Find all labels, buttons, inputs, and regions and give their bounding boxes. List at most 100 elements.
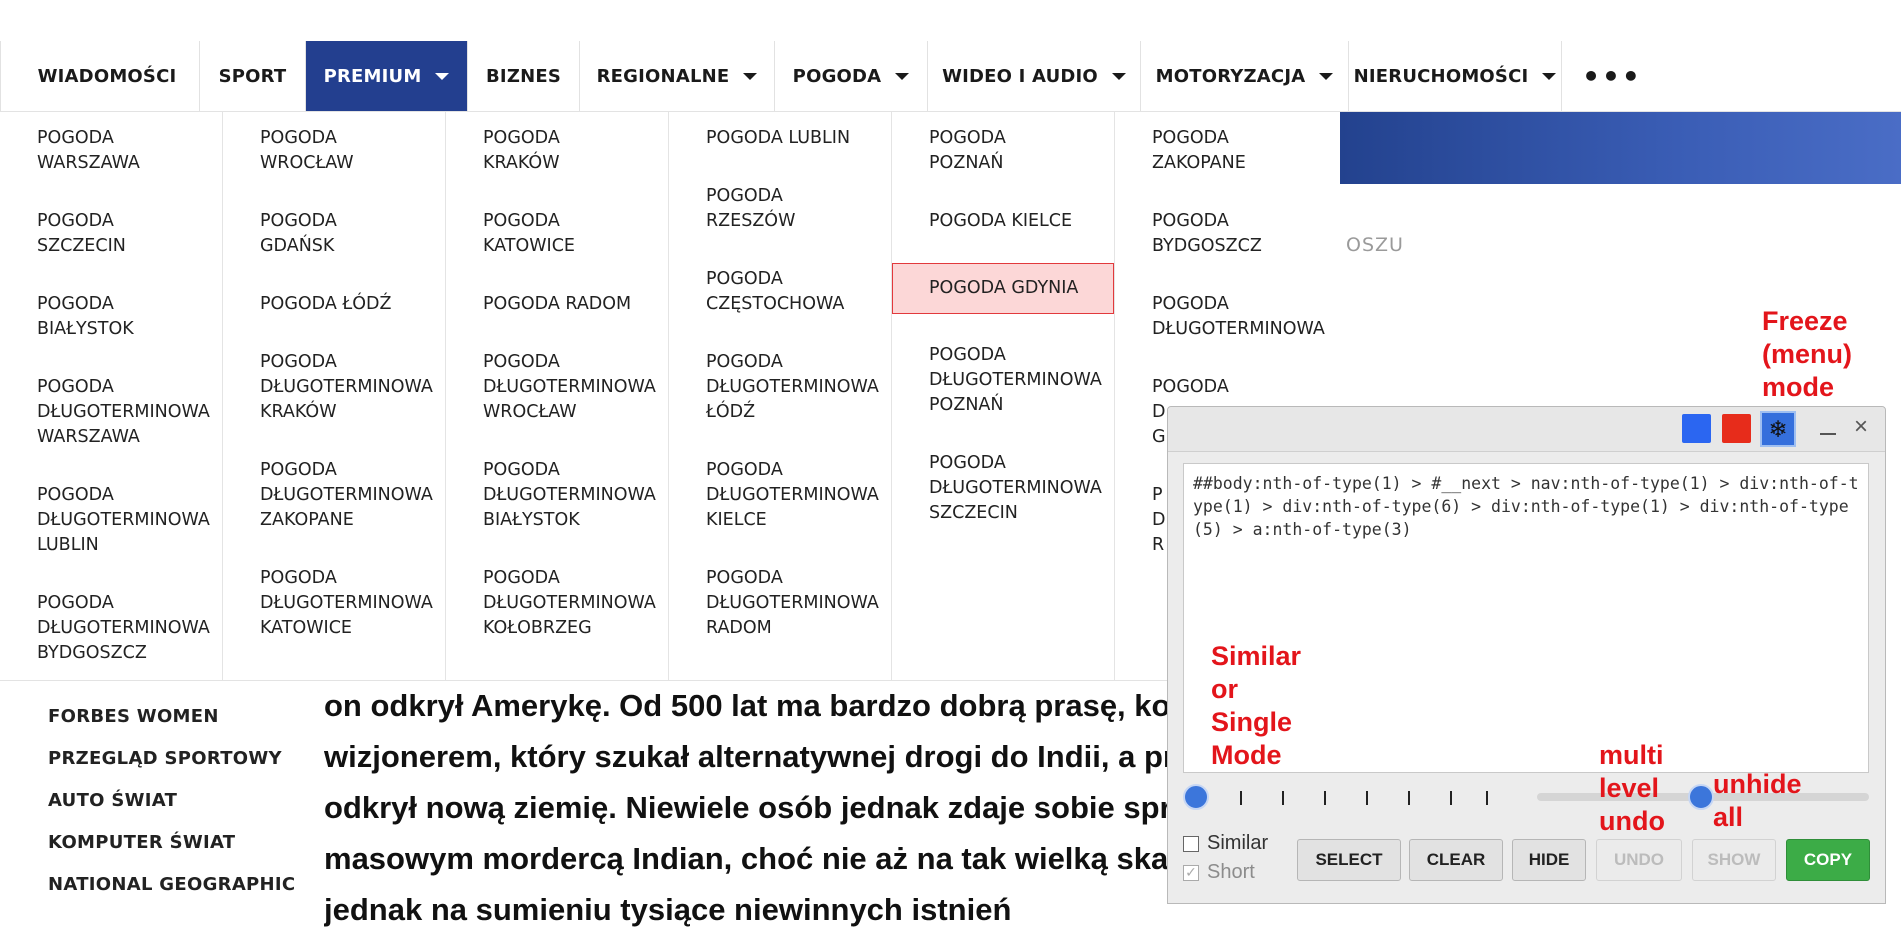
short-label: Short	[1207, 861, 1255, 883]
nav-item-label: NIERUCHOMOŚCI	[1353, 65, 1529, 87]
footer-link[interactable]: AUTO ŚWIAT	[48, 787, 295, 829]
nav-item-regionalne[interactable]: REGIONALNE	[580, 41, 775, 111]
footer-link[interactable]: KOMPUTER ŚWIAT	[48, 829, 295, 871]
menu-link[interactable]: POGODA SZCZECIN	[0, 209, 222, 259]
menu-link[interactable]: POGODA DŁUGOTERMINOWA KATOWICE	[223, 566, 445, 641]
chevron-down-icon	[743, 72, 758, 80]
similar-label: Similar	[1207, 832, 1269, 854]
menu-link[interactable]: POGODA KIELCE	[892, 209, 1114, 234]
menu-link[interactable]: POGODA ŁÓDŹ	[223, 292, 445, 317]
menu-link[interactable]: POGODA DŁUGOTERMINOWA BIAŁYSTOK	[446, 458, 668, 533]
nav-item-nieruchomosci[interactable]: NIERUCHOMOŚCI	[1349, 41, 1562, 111]
menu-column: POGODA WROCŁAW POGODA GDAŃSK POGODA ŁÓDŹ…	[223, 112, 446, 680]
menu-link[interactable]: POGODA KRAKÓW	[446, 126, 668, 176]
nav-item-biznes[interactable]: BIZNES	[468, 41, 580, 111]
annotation-freeze-mode: Freeze (menu) mode	[1762, 306, 1852, 402]
menu-link[interactable]: POGODA DŁUGOTERMINOWA KIELCE	[669, 458, 891, 533]
nav-item-wiadomosci[interactable]: WIADOMOŚCI	[0, 41, 200, 111]
select-button[interactable]: SELECT	[1297, 839, 1401, 881]
article-line: jednak na sumieniu tysiące niewinnych is…	[324, 892, 1012, 927]
menu-link[interactable]: POGODA LUBLIN	[669, 126, 891, 151]
menu-link[interactable]: POGODA BIAŁYSTOK	[0, 292, 222, 342]
menu-column: POGODA POZNAŃ POGODA KIELCE POGODA GDYNI…	[892, 112, 1115, 680]
undo-slider-handle[interactable]	[1688, 784, 1714, 810]
snowflake-icon: ❄	[1768, 415, 1788, 442]
nav-item-premium[interactable]: PREMIUM	[306, 41, 468, 111]
menu-link[interactable]: POGODA ZAKOPANE	[1115, 126, 1338, 176]
annotation-multi-undo: multi level undo	[1599, 740, 1665, 836]
header-banner	[1340, 112, 1901, 184]
menu-link[interactable]: POGODA GDAŃSK	[223, 209, 445, 259]
menu-link[interactable]: POGODA DŁUGOTERMINOWA RADOM	[669, 566, 891, 641]
menu-link[interactable]: POGODA BYDGOSZCZ	[1115, 209, 1338, 259]
menu-link[interactable]: POGODA KATOWICE	[446, 209, 668, 259]
footer-link[interactable]: PRZEGLĄD SPORTOWY	[48, 745, 295, 787]
footer-links: FORBES WOMEN PRZEGLĄD SPORTOWY AUTO ŚWIA…	[48, 703, 295, 913]
nav-item-motoryzacja[interactable]: MOTORYZACJA	[1141, 41, 1349, 111]
similar-checkbox[interactable]	[1183, 835, 1199, 852]
menu-link[interactable]: POGODA DŁUGOTERMINOWA SZCZECIN	[892, 451, 1114, 526]
chevron-down-icon	[1111, 72, 1126, 80]
main-navigation: WIADOMOŚCI SPORT PREMIUM BIZNES REGIONAL…	[0, 41, 1901, 112]
panel-header: ❄ ×	[1168, 407, 1885, 452]
freeze-mode-button[interactable]: ❄	[1760, 411, 1796, 447]
nav-item-label: BIZNES	[486, 65, 561, 87]
menu-link[interactable]: POGODA DŁUGOTERMINOWA KRAKÓW	[223, 350, 445, 425]
copy-button[interactable]: COPY	[1786, 839, 1870, 881]
menu-link[interactable]: POGODA RZESZÓW	[669, 184, 891, 234]
undo-button[interactable]: UNDO	[1596, 839, 1682, 881]
slider-tick	[1240, 791, 1242, 805]
menu-column: POGODA WARSZAWA POGODA SZCZECIN POGODA B…	[0, 112, 223, 680]
menu-link[interactable]: POGODA DŁUGOTERMINOWA POZNAŃ	[892, 343, 1114, 418]
menu-link[interactable]: POGODA DŁUGOTERMINOWA ŁÓDŹ	[669, 350, 891, 425]
more-menu-icon[interactable]: •••	[1562, 41, 1662, 111]
blue-color-swatch[interactable]	[1682, 414, 1711, 443]
chevron-down-icon	[1542, 72, 1557, 80]
menu-link[interactable]: POGODA DŁUGOTERMINOWA LUBLIN	[0, 483, 222, 558]
show-button[interactable]: SHOW	[1692, 839, 1776, 881]
hide-button[interactable]: HIDE	[1512, 839, 1586, 881]
nav-item-label: REGIONALNE	[596, 65, 730, 87]
nav-item-label: PREMIUM	[323, 65, 422, 87]
nav-item-sport[interactable]: SPORT	[200, 41, 306, 111]
menu-link[interactable]: POGODA WARSZAWA	[0, 126, 222, 176]
article-line: on odkrył Amerykę. Od 500 lat ma bardzo …	[324, 688, 1197, 723]
article-text: on odkrył Amerykę. Od 500 lat ma bardzo …	[324, 680, 1204, 935]
nav-item-pogoda[interactable]: POGODA	[775, 41, 928, 111]
red-color-swatch[interactable]	[1722, 414, 1751, 443]
menu-link-highlighted[interactable]: POGODA GDYNIA	[892, 263, 1114, 314]
nav-item-label: SPORT	[218, 65, 287, 87]
chevron-down-icon	[1319, 72, 1334, 80]
menu-link[interactable]: POGODA DŁUGOTERMINOWA KOŁOBRZEG	[446, 566, 668, 641]
slider-tick	[1408, 791, 1410, 805]
article-line: odkrył nową ziemię. Niewiele osób jednak…	[324, 790, 1189, 825]
minimize-icon[interactable]	[1820, 433, 1836, 435]
menu-link[interactable]: POGODA DŁUGOTERMINOWA BYDGOSZCZ	[0, 591, 222, 666]
menu-link[interactable]: POGODA DŁUGOTERMINOWA ZAKOPANE	[223, 458, 445, 533]
close-icon[interactable]: ×	[1854, 413, 1868, 441]
menu-link[interactable]: POGODA DŁUGOTERMINOWA WARSZAWA	[0, 375, 222, 450]
clear-button[interactable]: CLEAR	[1409, 839, 1503, 881]
menu-link[interactable]: POGODA POZNAŃ	[892, 126, 1114, 176]
nav-item-label: POGODA	[792, 65, 882, 87]
slider-tick	[1450, 791, 1452, 805]
side-text: OSZU	[1346, 234, 1404, 256]
menu-link[interactable]: POGODA WROCŁAW	[223, 126, 445, 176]
nav-item-wideo-audio[interactable]: WIDEO I AUDIO	[928, 41, 1141, 111]
article-line: wizjonerem, który szukał alternatywnej d…	[324, 739, 1191, 774]
nav-item-label: WIDEO I AUDIO	[942, 65, 1098, 87]
menu-link[interactable]: POGODA RADOM	[446, 292, 668, 317]
footer-link[interactable]: FORBES WOMEN	[48, 703, 295, 745]
menu-column: POGODA KRAKÓW POGODA KATOWICE POGODA RAD…	[446, 112, 669, 680]
short-checkbox: ✓	[1183, 864, 1199, 881]
nav-item-label: WIADOMOŚCI	[37, 65, 177, 87]
menu-link[interactable]: POGODA DŁUGOTERMINOWA	[1115, 292, 1338, 342]
similar-slider-handle[interactable]	[1183, 784, 1209, 810]
similar-checkbox-row[interactable]: Similar	[1183, 832, 1268, 855]
chevron-down-icon	[435, 72, 450, 80]
footer-link[interactable]: NATIONAL GEOGRAPHIC	[48, 871, 295, 913]
slider-tick	[1324, 791, 1326, 805]
menu-link[interactable]: POGODA DŁUGOTERMINOWA WROCŁAW	[446, 350, 668, 425]
menu-link[interactable]: POGODA CZĘSTOCHOWA	[669, 267, 891, 317]
similar-slider-ticks	[1198, 791, 1488, 807]
